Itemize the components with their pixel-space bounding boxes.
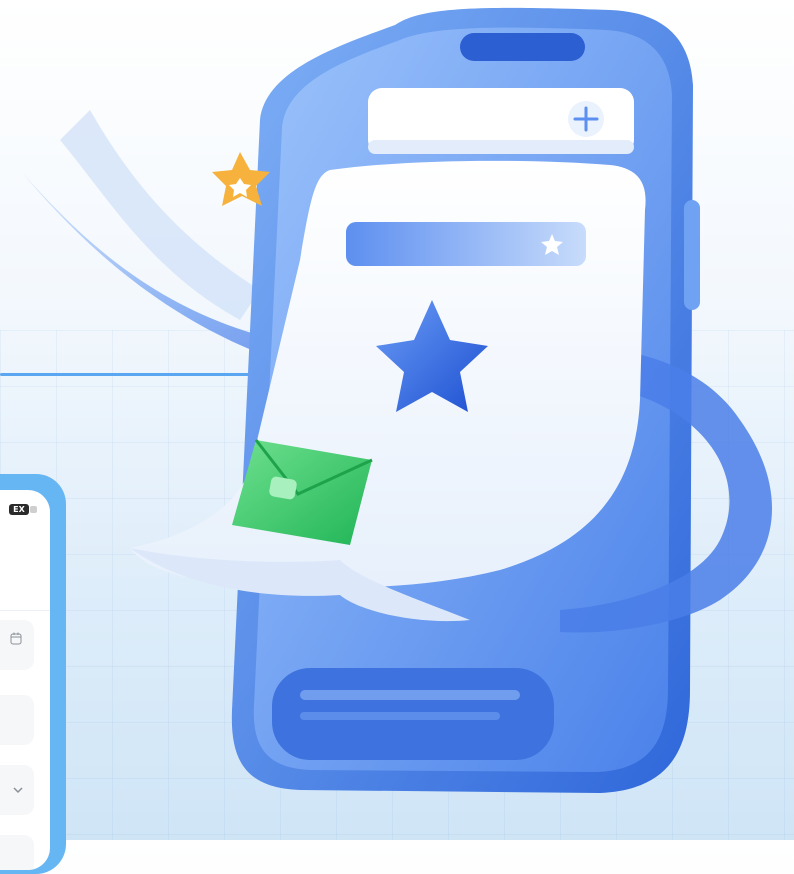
header-divider xyxy=(0,610,50,611)
ribbon-tail xyxy=(60,110,260,320)
extra-field[interactable] xyxy=(0,835,34,870)
text-field[interactable] xyxy=(0,695,34,745)
phone-illustration xyxy=(20,7,773,794)
plus-icon xyxy=(568,101,604,137)
chevron-down-icon[interactable] xyxy=(12,786,24,794)
battery-indicator: EX xyxy=(9,504,37,515)
phone-mockup-screen: EX xyxy=(0,490,50,870)
calendar-icon[interactable] xyxy=(10,632,22,645)
date-field[interactable] xyxy=(0,620,34,670)
